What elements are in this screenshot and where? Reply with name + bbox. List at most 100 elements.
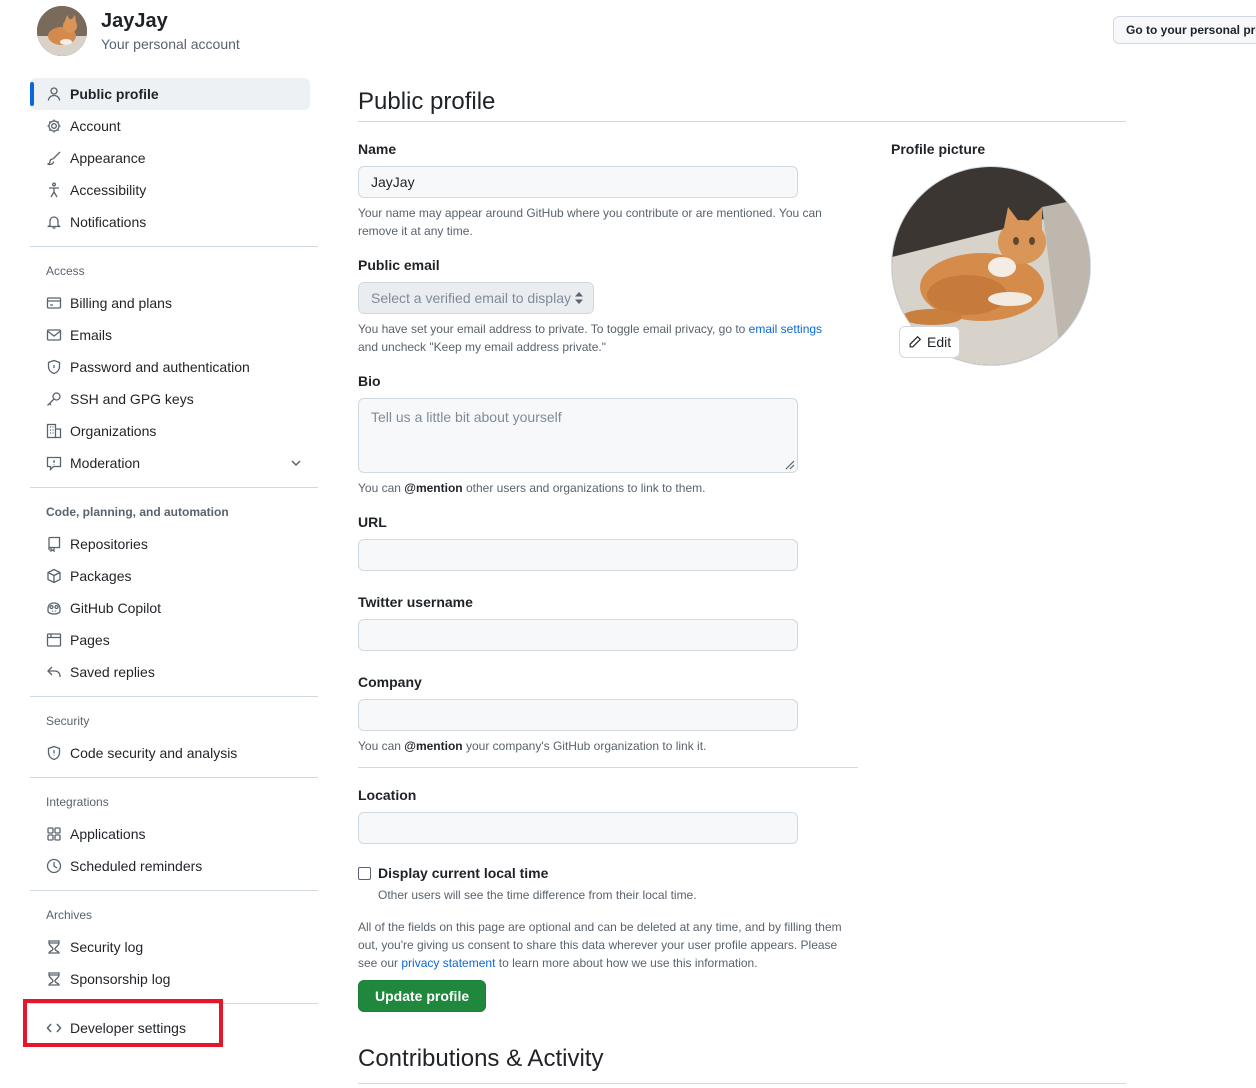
sidebar-item-applications[interactable]: Applications (30, 818, 318, 850)
name-note: Your name may appear around GitHub where… (358, 206, 822, 238)
sidebar-item-label: Applications (70, 826, 146, 842)
sidebar-item-label: Code security and analysis (70, 745, 238, 761)
accessibility-icon (46, 182, 62, 198)
highlight-annotation (23, 999, 223, 1047)
sidebar-item-billing[interactable]: Billing and plans (30, 287, 318, 319)
sidebar-item-copilot[interactable]: GitHub Copilot (30, 592, 318, 624)
public-email-label: Public email (358, 257, 440, 273)
package-icon (46, 568, 62, 584)
sidebar-item-scheduled-reminders[interactable]: Scheduled reminders (30, 850, 318, 882)
sidebar-item-label: Billing and plans (70, 295, 172, 311)
sidebar-item-public-profile[interactable]: Public profile (30, 78, 310, 110)
page-title: Public profile (358, 78, 1126, 122)
sidebar-item-accessibility[interactable]: Accessibility (30, 174, 318, 206)
sidebar-item-ssh-gpg[interactable]: SSH and GPG keys (30, 383, 318, 415)
sidebar-divider (30, 890, 318, 891)
location-input[interactable] (358, 812, 798, 844)
update-profile-button[interactable]: Update profile (358, 980, 487, 1012)
select-arrows-icon (575, 292, 583, 304)
avatar[interactable] (37, 6, 87, 56)
bio-note: You can @mention other users and organiz… (358, 481, 706, 495)
consent-note: All of the fields on this page are optio… (358, 920, 842, 970)
sidebar-item-label: Moderation (70, 455, 141, 471)
cat-avatar-image (37, 6, 87, 56)
sidebar-item-label: Pages (70, 632, 110, 648)
company-input[interactable] (358, 699, 798, 731)
sidebar-item-label: Packages (70, 568, 132, 584)
sidebar-item-notifications[interactable]: Notifications (30, 206, 318, 238)
person-icon (46, 86, 62, 102)
name-input[interactable]: JayJay (358, 166, 798, 198)
resize-handle-icon[interactable] (785, 460, 795, 470)
company-label: Company (358, 674, 422, 690)
clock-icon (46, 858, 62, 874)
main-content: Public profile Name JayJay Your name may… (358, 78, 1126, 1084)
location-label: Location (358, 787, 417, 803)
sidebar-item-saved-replies[interactable]: Saved replies (30, 656, 318, 688)
bio-textarea[interactable]: Tell us a little bit about yourself (358, 398, 798, 473)
settings-sidebar: Public profile Account Appearance Access… (30, 78, 318, 1044)
log-icon (46, 971, 62, 987)
bio-placeholder: Tell us a little bit about yourself (371, 409, 562, 425)
group-title-code: Code, planning, and automation (46, 505, 229, 519)
sidebar-item-repositories[interactable]: Repositories (30, 528, 318, 560)
twitter-input[interactable] (358, 619, 798, 651)
twitter-label: Twitter username (358, 594, 473, 610)
sidebar-item-packages[interactable]: Packages (30, 560, 318, 592)
local-time-checkbox[interactable] (358, 866, 371, 880)
group-title-access: Access (46, 264, 85, 278)
sidebar-item-organizations[interactable]: Organizations (30, 415, 318, 447)
sidebar-item-code-security[interactable]: Code security and analysis (30, 737, 318, 769)
sidebar-divider (30, 696, 318, 697)
sidebar-item-label: Appearance (70, 150, 146, 166)
account-name[interactable]: JayJay (101, 8, 240, 34)
sidebar-item-label: Public profile (70, 86, 159, 102)
bio-label: Bio (358, 373, 381, 389)
profile-picture-label: Profile picture (891, 141, 986, 157)
sidebar-item-appearance[interactable]: Appearance (30, 142, 318, 174)
paintbrush-icon (46, 150, 62, 166)
sidebar-item-sponsorship-log[interactable]: Sponsorship log (30, 963, 318, 995)
reply-icon (46, 664, 62, 680)
email-settings-link[interactable]: email settings (749, 322, 822, 336)
sidebar-divider (30, 246, 318, 247)
go-to-profile-button[interactable]: Go to your personal profile (1113, 16, 1256, 44)
key-icon (46, 391, 62, 407)
sidebar-item-label: Password and authentication (70, 359, 250, 375)
log-icon (46, 939, 62, 955)
sidebar-item-label: Sponsorship log (70, 971, 171, 987)
sidebar-item-label: GitHub Copilot (70, 600, 162, 616)
pencil-icon (909, 335, 922, 348)
sidebar-item-label: Scheduled reminders (70, 858, 203, 874)
sidebar-item-moderation[interactable]: Moderation (30, 447, 318, 479)
url-input[interactable] (358, 539, 798, 571)
sidebar-item-label: Emails (70, 327, 113, 343)
sidebar-item-pages[interactable]: Pages (30, 624, 318, 656)
repo-icon (46, 536, 62, 552)
codescan-icon (46, 745, 62, 761)
public-email-select[interactable]: Select a verified email to display (358, 282, 594, 314)
sidebar-item-label: Security log (70, 939, 144, 955)
name-label: Name (358, 141, 397, 157)
local-time-label[interactable]: Display current local time (378, 862, 548, 884)
sidebar-item-label: Saved replies (70, 664, 155, 680)
profile-picture-edit-button[interactable]: Edit (899, 326, 960, 358)
bell-icon (46, 214, 62, 230)
sidebar-item-account[interactable]: Account (30, 110, 318, 142)
local-time-row: Display current local time (358, 862, 858, 884)
chevron-down-icon[interactable] (288, 455, 304, 471)
account-subtitle: Your personal account (101, 36, 240, 52)
mail-icon (46, 327, 62, 343)
sidebar-item-label: SSH and GPG keys (70, 391, 194, 407)
gear-icon (46, 118, 62, 134)
sidebar-item-security-log[interactable]: Security log (30, 931, 318, 963)
sidebar-item-password[interactable]: Password and authentication (30, 351, 318, 383)
organization-icon (46, 423, 62, 439)
sidebar-item-label: Notifications (70, 214, 147, 230)
sidebar-item-label: Account (70, 118, 121, 134)
form-divider (358, 767, 858, 768)
sidebar-item-emails[interactable]: Emails (30, 319, 318, 351)
privacy-statement-link[interactable]: privacy statement (401, 956, 495, 970)
group-title-integrations: Integrations (46, 795, 109, 809)
report-icon (46, 455, 62, 471)
